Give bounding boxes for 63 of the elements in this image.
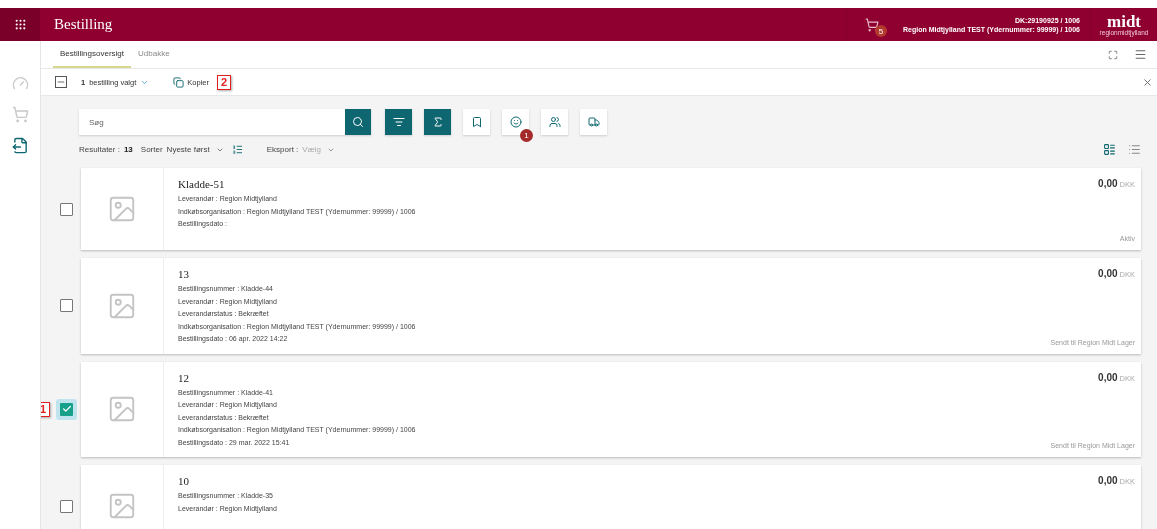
- order-amount: 0,00: [1098, 178, 1118, 189]
- face-button[interactable]: [502, 109, 529, 135]
- sort-dropdown[interactable]: Nyeste først: [166, 145, 224, 154]
- menu-icon: [1134, 48, 1147, 61]
- truck-icon: [587, 116, 600, 128]
- search-button[interactable]: [345, 109, 371, 135]
- order-title: 10: [178, 475, 190, 487]
- image-placeholder-icon: [107, 194, 137, 224]
- cards-view-icon: [1103, 143, 1116, 156]
- order-amount: 0,00: [1098, 268, 1118, 279]
- app-title: Bestilling: [54, 16, 114, 33]
- image-placeholder-icon: [107, 491, 137, 521]
- bookmark-icon: [470, 116, 483, 128]
- order-amount: 0,00: [1098, 371, 1118, 383]
- cart-button[interactable]: 5: [846, 8, 889, 41]
- count-badge: 1: [520, 129, 533, 142]
- results-label: Resultater :: [79, 145, 120, 154]
- copy-icon: [173, 76, 185, 88]
- order-title: Kladde-51: [178, 178, 226, 190]
- sort-label: Sorter: [140, 145, 163, 154]
- order-checkbox[interactable]: [60, 202, 73, 216]
- fullscreen-icon: [1108, 49, 1118, 60]
- cart-icon: [865, 17, 879, 32]
- export-label: Eksport :: [266, 145, 299, 154]
- order-title: 12: [178, 371, 190, 384]
- cards-view-button[interactable]: [1103, 143, 1116, 156]
- callout-marker: 1: [41, 401, 50, 417]
- filter-button[interactable]: [385, 109, 412, 135]
- callout-marker: 2: [216, 74, 232, 90]
- grid-icon: [13, 18, 27, 31]
- check-icon: [61, 404, 72, 415]
- order-icon: [11, 137, 29, 154]
- menu-button[interactable]: [1134, 48, 1147, 61]
- order-amount: 0,00: [1098, 475, 1118, 486]
- truck-button[interactable]: [580, 109, 607, 135]
- close-button[interactable]: [1142, 76, 1153, 88]
- sum-icon: [431, 116, 444, 128]
- tab[interactable]: Udbakke: [131, 41, 177, 68]
- face-icon: [509, 116, 522, 128]
- close-icon: [1142, 76, 1153, 88]
- fullscreen-button[interactable]: [1108, 49, 1118, 60]
- search-field[interactable]: Søg: [79, 109, 371, 135]
- list-view-button[interactable]: [1128, 143, 1141, 156]
- app-menu-button[interactable]: [0, 8, 40, 41]
- people-icon: [548, 116, 561, 128]
- sum-button[interactable]: [424, 109, 451, 135]
- filter-icon: [392, 116, 405, 128]
- nav-button[interactable]: [11, 137, 29, 154]
- people-button[interactable]: [541, 109, 568, 135]
- search-icon: [352, 116, 364, 128]
- results-count: 13: [123, 145, 133, 154]
- order-title: 13: [178, 268, 190, 280]
- cart-count-badge: 5: [875, 25, 887, 37]
- sort-order-button[interactable]: [231, 144, 243, 155]
- dashboard-icon: [11, 75, 29, 92]
- cart-icon: [11, 106, 29, 123]
- list-view-icon: [1128, 143, 1141, 156]
- order-checkbox[interactable]: [60, 499, 73, 513]
- tab[interactable]: Bestillingsoversigt: [53, 41, 132, 68]
- deselect-checkbox[interactable]: [55, 76, 67, 88]
- order-checkbox[interactable]: [60, 299, 73, 313]
- sort-order-icon: [231, 144, 243, 155]
- bookmark-button[interactable]: [463, 109, 490, 135]
